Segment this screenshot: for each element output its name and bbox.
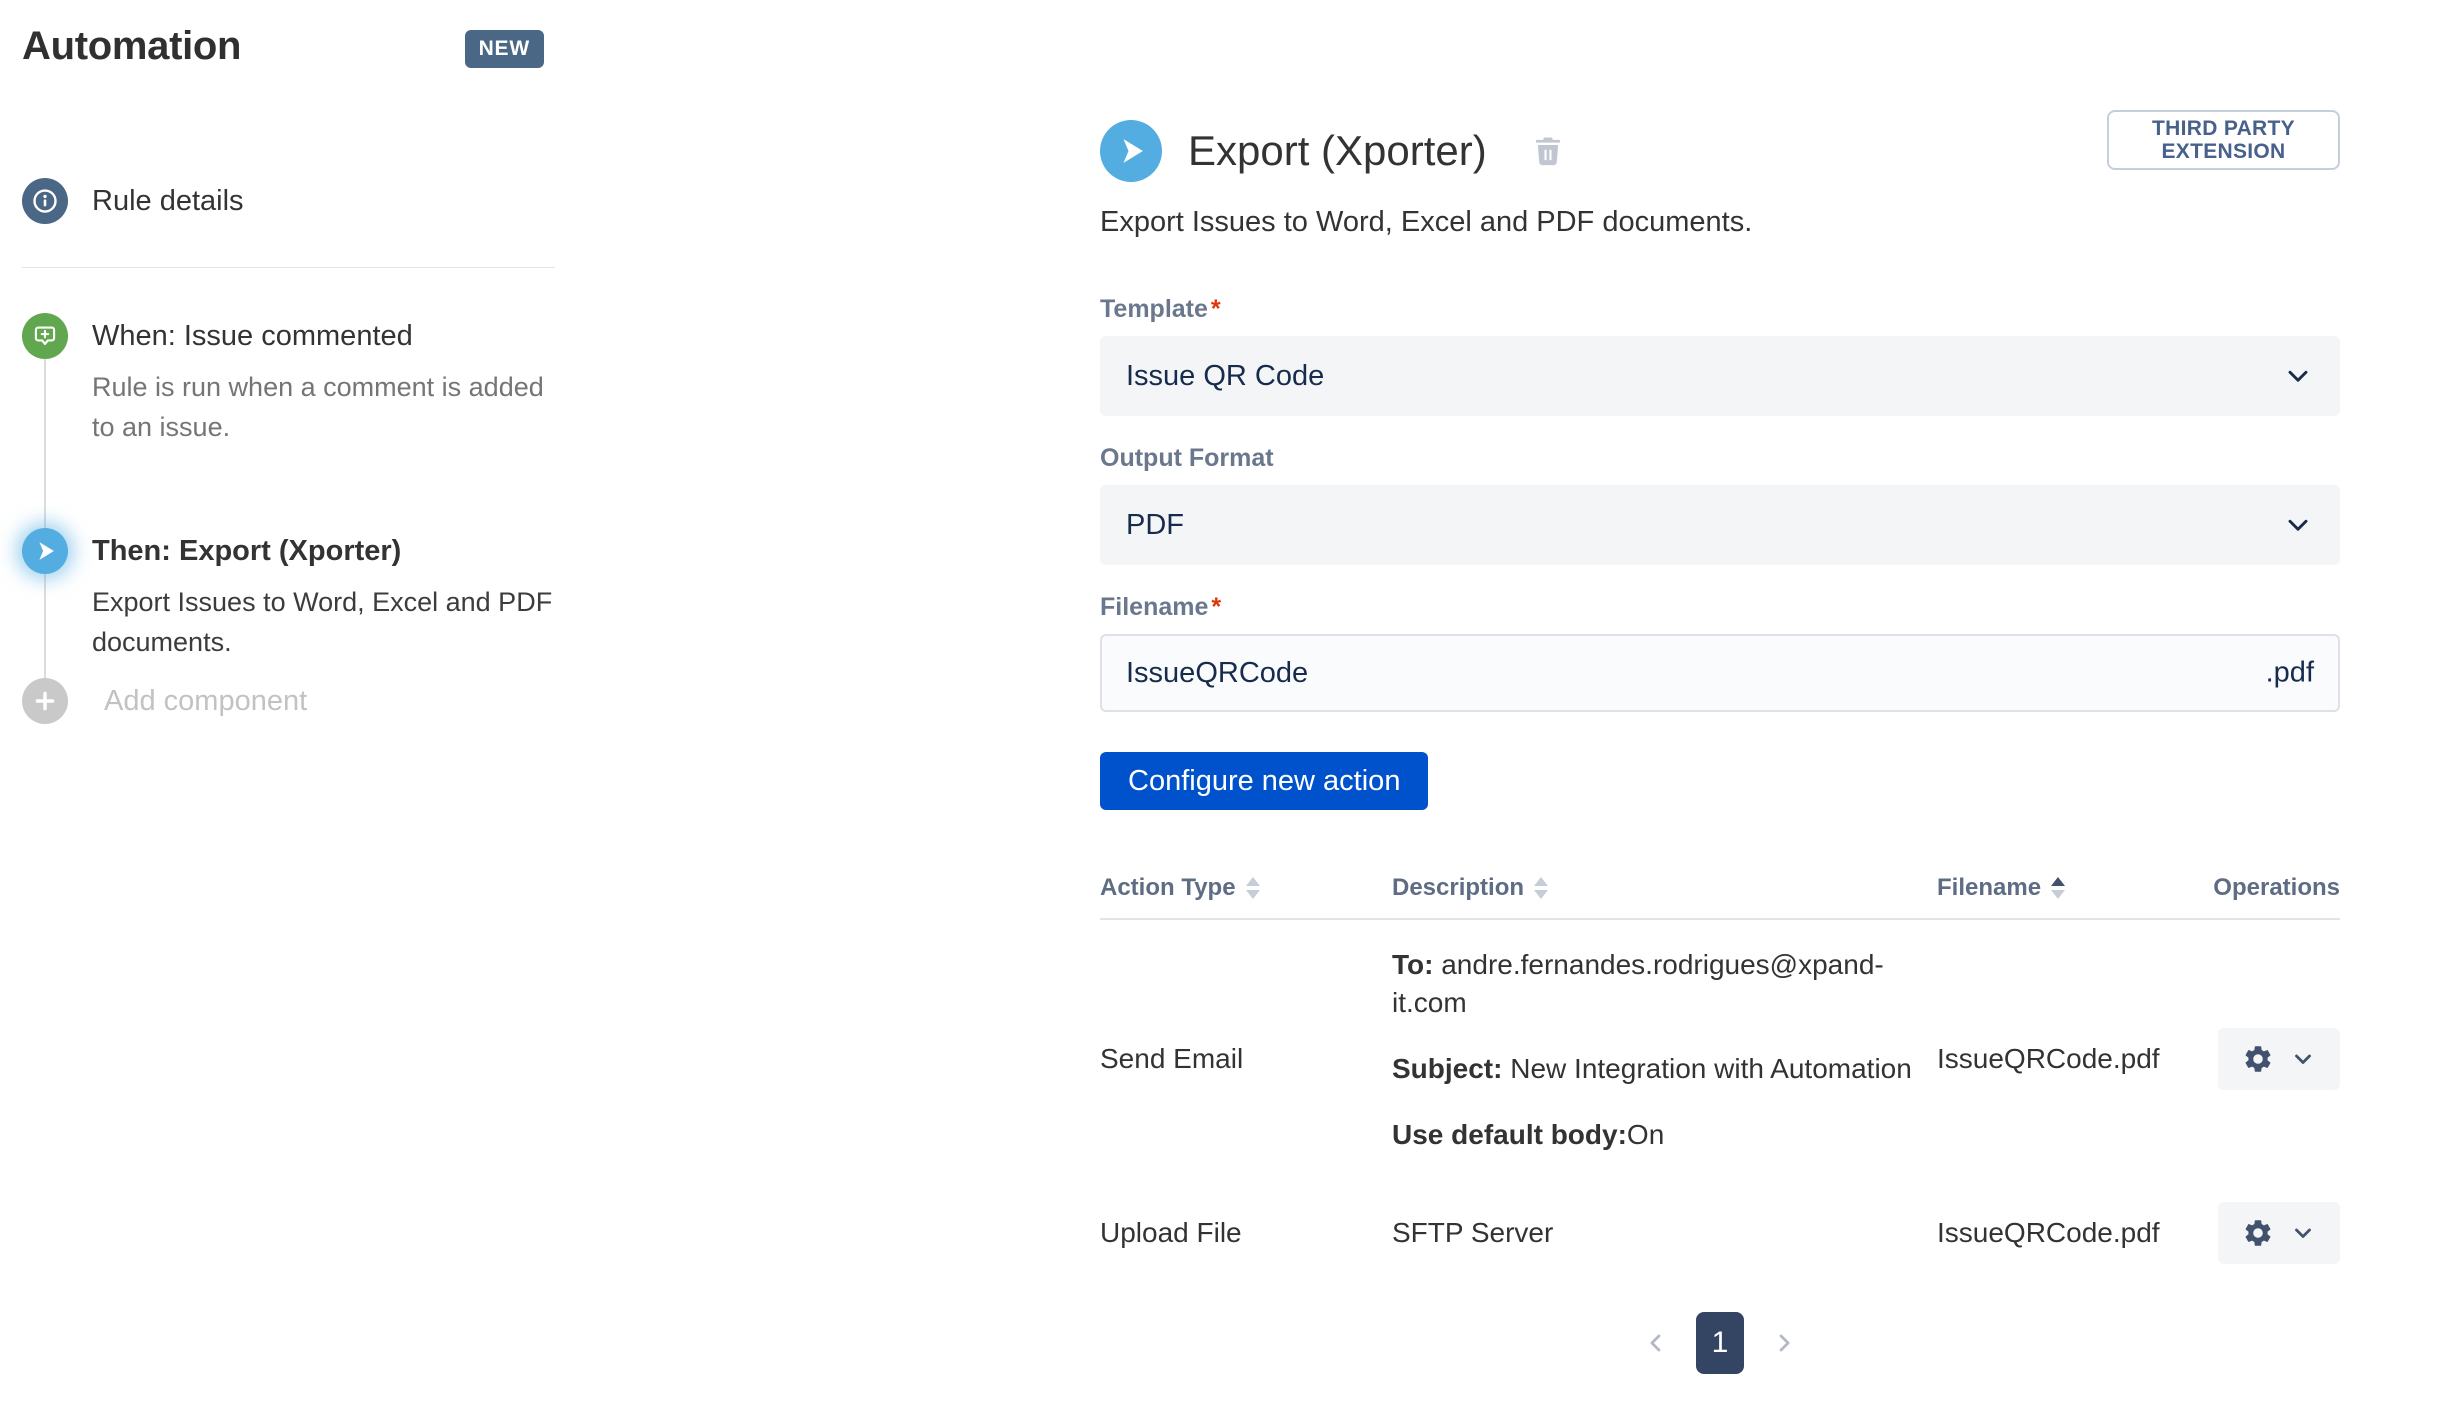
xporter-play-icon (22, 528, 68, 574)
action-type-cell: Upload File (1100, 1217, 1392, 1249)
action-config-panel: Export (Xporter) THIRD PARTY EXTENSION E… (1100, 100, 2340, 1410)
third-party-extension-badge: THIRD PARTY EXTENSION (2107, 110, 2340, 170)
chevron-down-icon (2290, 1220, 2316, 1246)
next-page-button[interactable] (1764, 1323, 1804, 1363)
chevron-left-icon (1642, 1329, 1670, 1357)
filename-cell: IssueQRCode.pdf (1937, 1217, 2206, 1249)
sort-asc-icon (2051, 877, 2065, 899)
action-description: Export Issues to Word, Excel and PDF doc… (1100, 206, 2340, 239)
gear-icon (2242, 1217, 2274, 1249)
then-title: Then: Export (Xporter) (92, 528, 562, 574)
configure-new-action-button[interactable]: Configure new action (1100, 752, 1428, 810)
filename-input[interactable] (1100, 634, 2340, 712)
sort-icon (1534, 877, 1548, 899)
filename-field-wrap: .pdf (1100, 634, 2340, 712)
required-asterisk: * (1211, 295, 1221, 323)
trash-icon (1529, 132, 1567, 170)
table-row: Upload File SFTP Server IssueQRCode.pdf (1100, 1182, 2340, 1284)
column-header-description[interactable]: Description (1392, 874, 1937, 918)
output-format-label: Output Format (1100, 444, 2340, 473)
operations-cell (2206, 1028, 2340, 1090)
automation-rule-page: Automation NEW Rule details (0, 0, 2458, 1410)
when-description: Rule is run when a comment is added to a… (92, 367, 562, 447)
column-header-filename[interactable]: Filename (1937, 874, 2206, 918)
current-page-button[interactable]: 1 (1696, 1312, 1744, 1374)
action-title: Export (Xporter) (1188, 127, 1487, 175)
then-description: Export Issues to Word, Excel and PDF doc… (92, 582, 562, 662)
template-selected-value: Issue QR Code (1126, 360, 1324, 393)
previous-page-button[interactable] (1636, 1323, 1676, 1363)
action-type-cell: Send Email (1100, 1043, 1392, 1075)
page-title: Automation (22, 24, 241, 69)
xporter-logo-icon (1100, 120, 1162, 182)
sidebar-header: Automation NEW (22, 24, 544, 69)
comment-add-icon (22, 313, 68, 359)
operations-cell (2206, 1202, 2340, 1264)
sidebar-item-rule-details[interactable]: Rule details (22, 178, 562, 224)
chevron-down-icon (2282, 360, 2314, 392)
new-badge: NEW (465, 30, 544, 68)
output-format-select[interactable]: PDF (1100, 485, 2340, 565)
add-component-label: Add component (104, 678, 307, 724)
rule-details-label: Rule details (92, 178, 562, 224)
chevron-down-icon (2290, 1046, 2316, 1072)
column-header-operations: Operations (2206, 874, 2340, 918)
when-title: When: Issue commented (92, 313, 562, 359)
sidebar-divider (22, 267, 555, 268)
gear-icon (2242, 1043, 2274, 1075)
sidebar-item-when-trigger[interactable]: When: Issue commented Rule is run when a… (22, 313, 562, 447)
template-label: Template* (1100, 295, 2340, 324)
output-format-selected-value: PDF (1126, 509, 1184, 542)
template-select[interactable]: Issue QR Code (1100, 336, 2340, 416)
filename-extension-suffix: .pdf (2266, 657, 2314, 690)
required-asterisk: * (1211, 593, 1221, 621)
sidebar-item-then-action[interactable]: Then: Export (Xporter) Export Issues to … (22, 528, 562, 662)
description-cell: SFTP Server (1392, 1217, 1937, 1249)
configured-actions-table: Action Type Description Filename Operati… (1100, 874, 2340, 1284)
table-row: Send Email To: andre.fernandes.rodrigues… (1100, 920, 2340, 1182)
info-icon (22, 178, 68, 224)
column-header-action-type[interactable]: Action Type (1100, 874, 1392, 918)
action-header: Export (Xporter) THIRD PARTY EXTENSION (1100, 120, 2340, 182)
sort-icon (1246, 877, 1260, 899)
rule-components-sidebar: Automation NEW Rule details (22, 0, 567, 1410)
pagination: 1 (1100, 1312, 2340, 1374)
row-operations-button[interactable] (2218, 1028, 2340, 1090)
chevron-down-icon (2282, 509, 2314, 541)
add-component-button[interactable]: Add component (22, 678, 307, 724)
chevron-right-icon (1770, 1329, 1798, 1357)
plus-icon (22, 678, 68, 724)
filename-label: Filename* (1100, 593, 2340, 622)
description-cell: To: andre.fernandes.rodrigues@xpand-it.c… (1392, 946, 1937, 1172)
filename-cell: IssueQRCode.pdf (1937, 1043, 2206, 1075)
row-operations-button[interactable] (2218, 1202, 2340, 1264)
delete-action-button[interactable] (1525, 128, 1571, 174)
table-header-row: Action Type Description Filename Operati… (1100, 874, 2340, 918)
